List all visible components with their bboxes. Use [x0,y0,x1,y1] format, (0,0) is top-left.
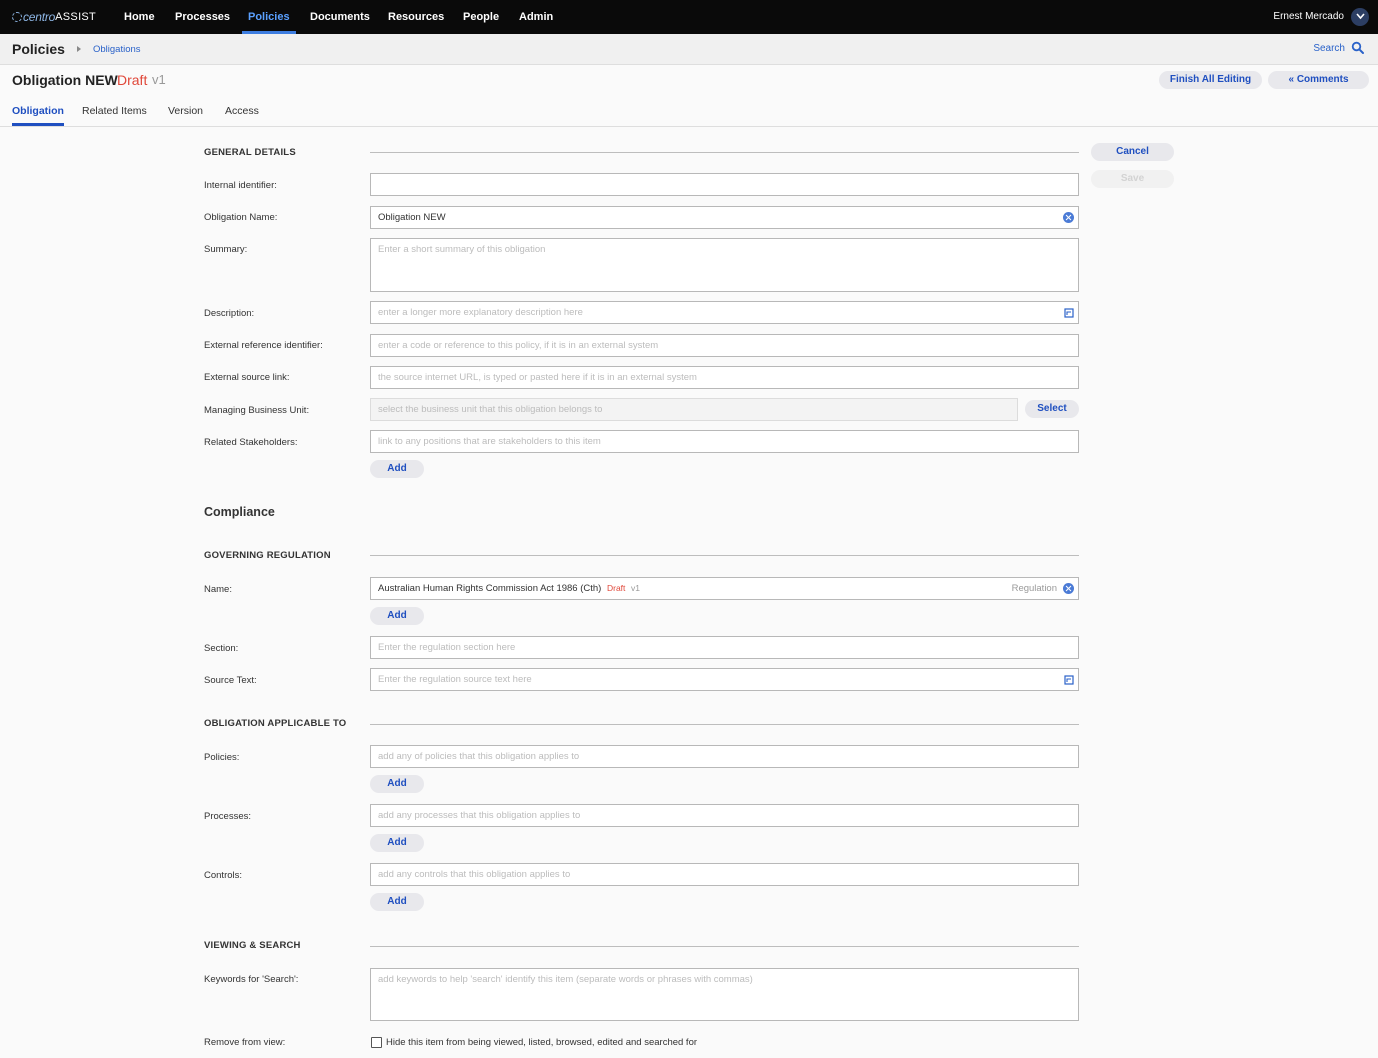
internal-identifier-label: Internal identifier: [204,180,277,191]
governing-regulation-heading: GOVERNING REGULATION [204,550,331,561]
item-version: v1 [152,72,166,87]
top-navigation-bar: centro ASSIST Home Processes Policies Do… [0,0,1378,34]
summary-textarea[interactable]: Enter a short summary of this obligation [370,238,1079,292]
controls-input[interactable]: add any controls that this obligation ap… [370,863,1079,886]
obligation-name-value: Obligation NEW [378,212,446,223]
user-menu-button[interactable] [1351,8,1369,26]
clear-icon[interactable] [1063,212,1074,223]
regulation-name-input[interactable]: Australian Human Rights Commission Act 1… [370,577,1079,600]
add-regulation-button[interactable]: Add [370,607,424,625]
processes-input[interactable]: add any processes that this obligation a… [370,804,1079,827]
source-text-input[interactable]: Enter the regulation source text here [370,668,1079,691]
description-label: Description: [204,308,255,319]
item-header: Obligation NEW Draft v1 Finish All Editi… [0,65,1378,95]
finish-all-editing-button[interactable]: Finish All Editing [1159,71,1262,89]
viewing-search-heading: VIEWING & SEARCH [204,940,301,951]
section-title[interactable]: Policies [12,41,65,57]
external-reference-label: External reference identifier: [204,340,323,351]
select-business-unit-button[interactable]: Select [1025,400,1079,418]
comments-button[interactable]: « Comments [1268,71,1369,89]
regulation-type-tag: Regulation [1011,583,1057,594]
keywords-textarea[interactable]: add keywords to help 'search' identify t… [370,968,1079,1021]
tab-related-items[interactable]: Related Items [82,105,147,126]
section-label: Section: [204,643,239,654]
section-divider [370,555,1079,556]
source-text-placeholder: Enter the regulation source text here [378,674,532,685]
logo-assist-text: ASSIST [55,11,97,23]
related-stakeholders-input[interactable]: link to any positions that are stakehold… [370,430,1079,453]
nav-resources[interactable]: Resources [388,0,444,34]
managing-business-unit-input[interactable]: select the business unit that this oblig… [370,398,1018,421]
item-title: Obligation NEW [12,72,118,88]
cancel-button[interactable]: Cancel [1091,143,1174,161]
section-divider [370,152,1079,153]
save-button[interactable]: Save [1091,170,1174,188]
general-details-heading: GENERAL DETAILS [204,147,296,158]
internal-identifier-input[interactable] [370,173,1079,196]
logo-centro-text: centro [23,10,56,24]
policies-label: Policies: [204,752,240,763]
section-divider [370,724,1079,725]
nav-policies[interactable]: Policies [242,0,296,34]
nav-home[interactable]: Home [124,0,155,34]
tab-bar: Obligation Related Items Version Access [0,98,1378,127]
tab-version[interactable]: Version [168,105,203,126]
expand-editor-icon[interactable] [1064,675,1074,685]
section-divider [370,946,1079,947]
user-name[interactable]: Ernest Mercado [1273,11,1344,22]
add-stakeholder-button[interactable]: Add [370,460,424,478]
remove-from-view-label: Remove from view: [204,1037,286,1048]
regulation-version: v1 [631,583,641,593]
regulation-section-input[interactable]: Enter the regulation section here [370,636,1079,659]
breadcrumb-obligations-link[interactable]: Obligations [93,44,141,55]
summary-label: Summary: [204,244,248,255]
obligation-name-input[interactable]: Obligation NEW [370,206,1079,229]
hide-item-checkbox[interactable] [371,1037,382,1048]
hide-item-checkbox-label[interactable]: Hide this item from being viewed, listed… [386,1037,697,1048]
keywords-label: Keywords for 'Search': [204,974,299,985]
search-icon[interactable] [1351,41,1365,55]
obligation-name-label: Obligation Name: [204,212,278,223]
centroassist-logo[interactable]: centro ASSIST [12,10,96,24]
regulation-name-value[interactable]: Australian Human Rights Commission Act 1… [378,583,601,594]
add-process-button[interactable]: Add [370,834,424,852]
search-link[interactable]: Search [1313,43,1345,54]
external-reference-input[interactable]: enter a code or reference to this policy… [370,334,1079,357]
external-source-link-input[interactable]: the source internet URL, is typed or pas… [370,366,1079,389]
add-policy-button[interactable]: Add [370,775,424,793]
comments-label: Comments [1296,74,1349,85]
source-text-label: Source Text: [204,675,257,686]
description-placeholder: enter a longer more explanatory descript… [378,307,583,318]
nav-processes[interactable]: Processes [175,0,230,34]
processes-label: Processes: [204,811,251,822]
nav-documents[interactable]: Documents [310,0,370,34]
double-chevron-left-icon: « [1288,74,1295,85]
controls-label: Controls: [204,870,243,881]
breadcrumb-arrow-icon [77,46,81,52]
policies-input[interactable]: add any of policies that this obligation… [370,745,1079,768]
regulation-status-badge: Draft [606,583,626,593]
clear-icon[interactable] [1063,583,1074,594]
logo-burst-icon [12,12,22,22]
chevron-down-icon [1355,13,1365,20]
item-status-badge: Draft [117,72,148,88]
nav-admin[interactable]: Admin [519,0,553,34]
compliance-title: Compliance [204,505,275,519]
obligation-applicable-heading: OBLIGATION APPLICABLE TO [204,718,347,729]
external-source-link-label: External source link: [204,372,290,383]
expand-editor-icon[interactable] [1064,308,1074,318]
tab-obligation[interactable]: Obligation [12,105,64,126]
add-control-button[interactable]: Add [370,893,424,911]
description-input[interactable]: enter a longer more explanatory descript… [370,301,1079,324]
regulation-name-label: Name: [204,584,232,595]
breadcrumb: Policies Obligations Search [0,34,1378,65]
nav-people[interactable]: People [463,0,499,34]
tab-access[interactable]: Access [225,105,259,126]
related-stakeholders-label: Related Stakeholders: [204,437,298,448]
managing-business-unit-label: Managing Business Unit: [204,405,310,416]
